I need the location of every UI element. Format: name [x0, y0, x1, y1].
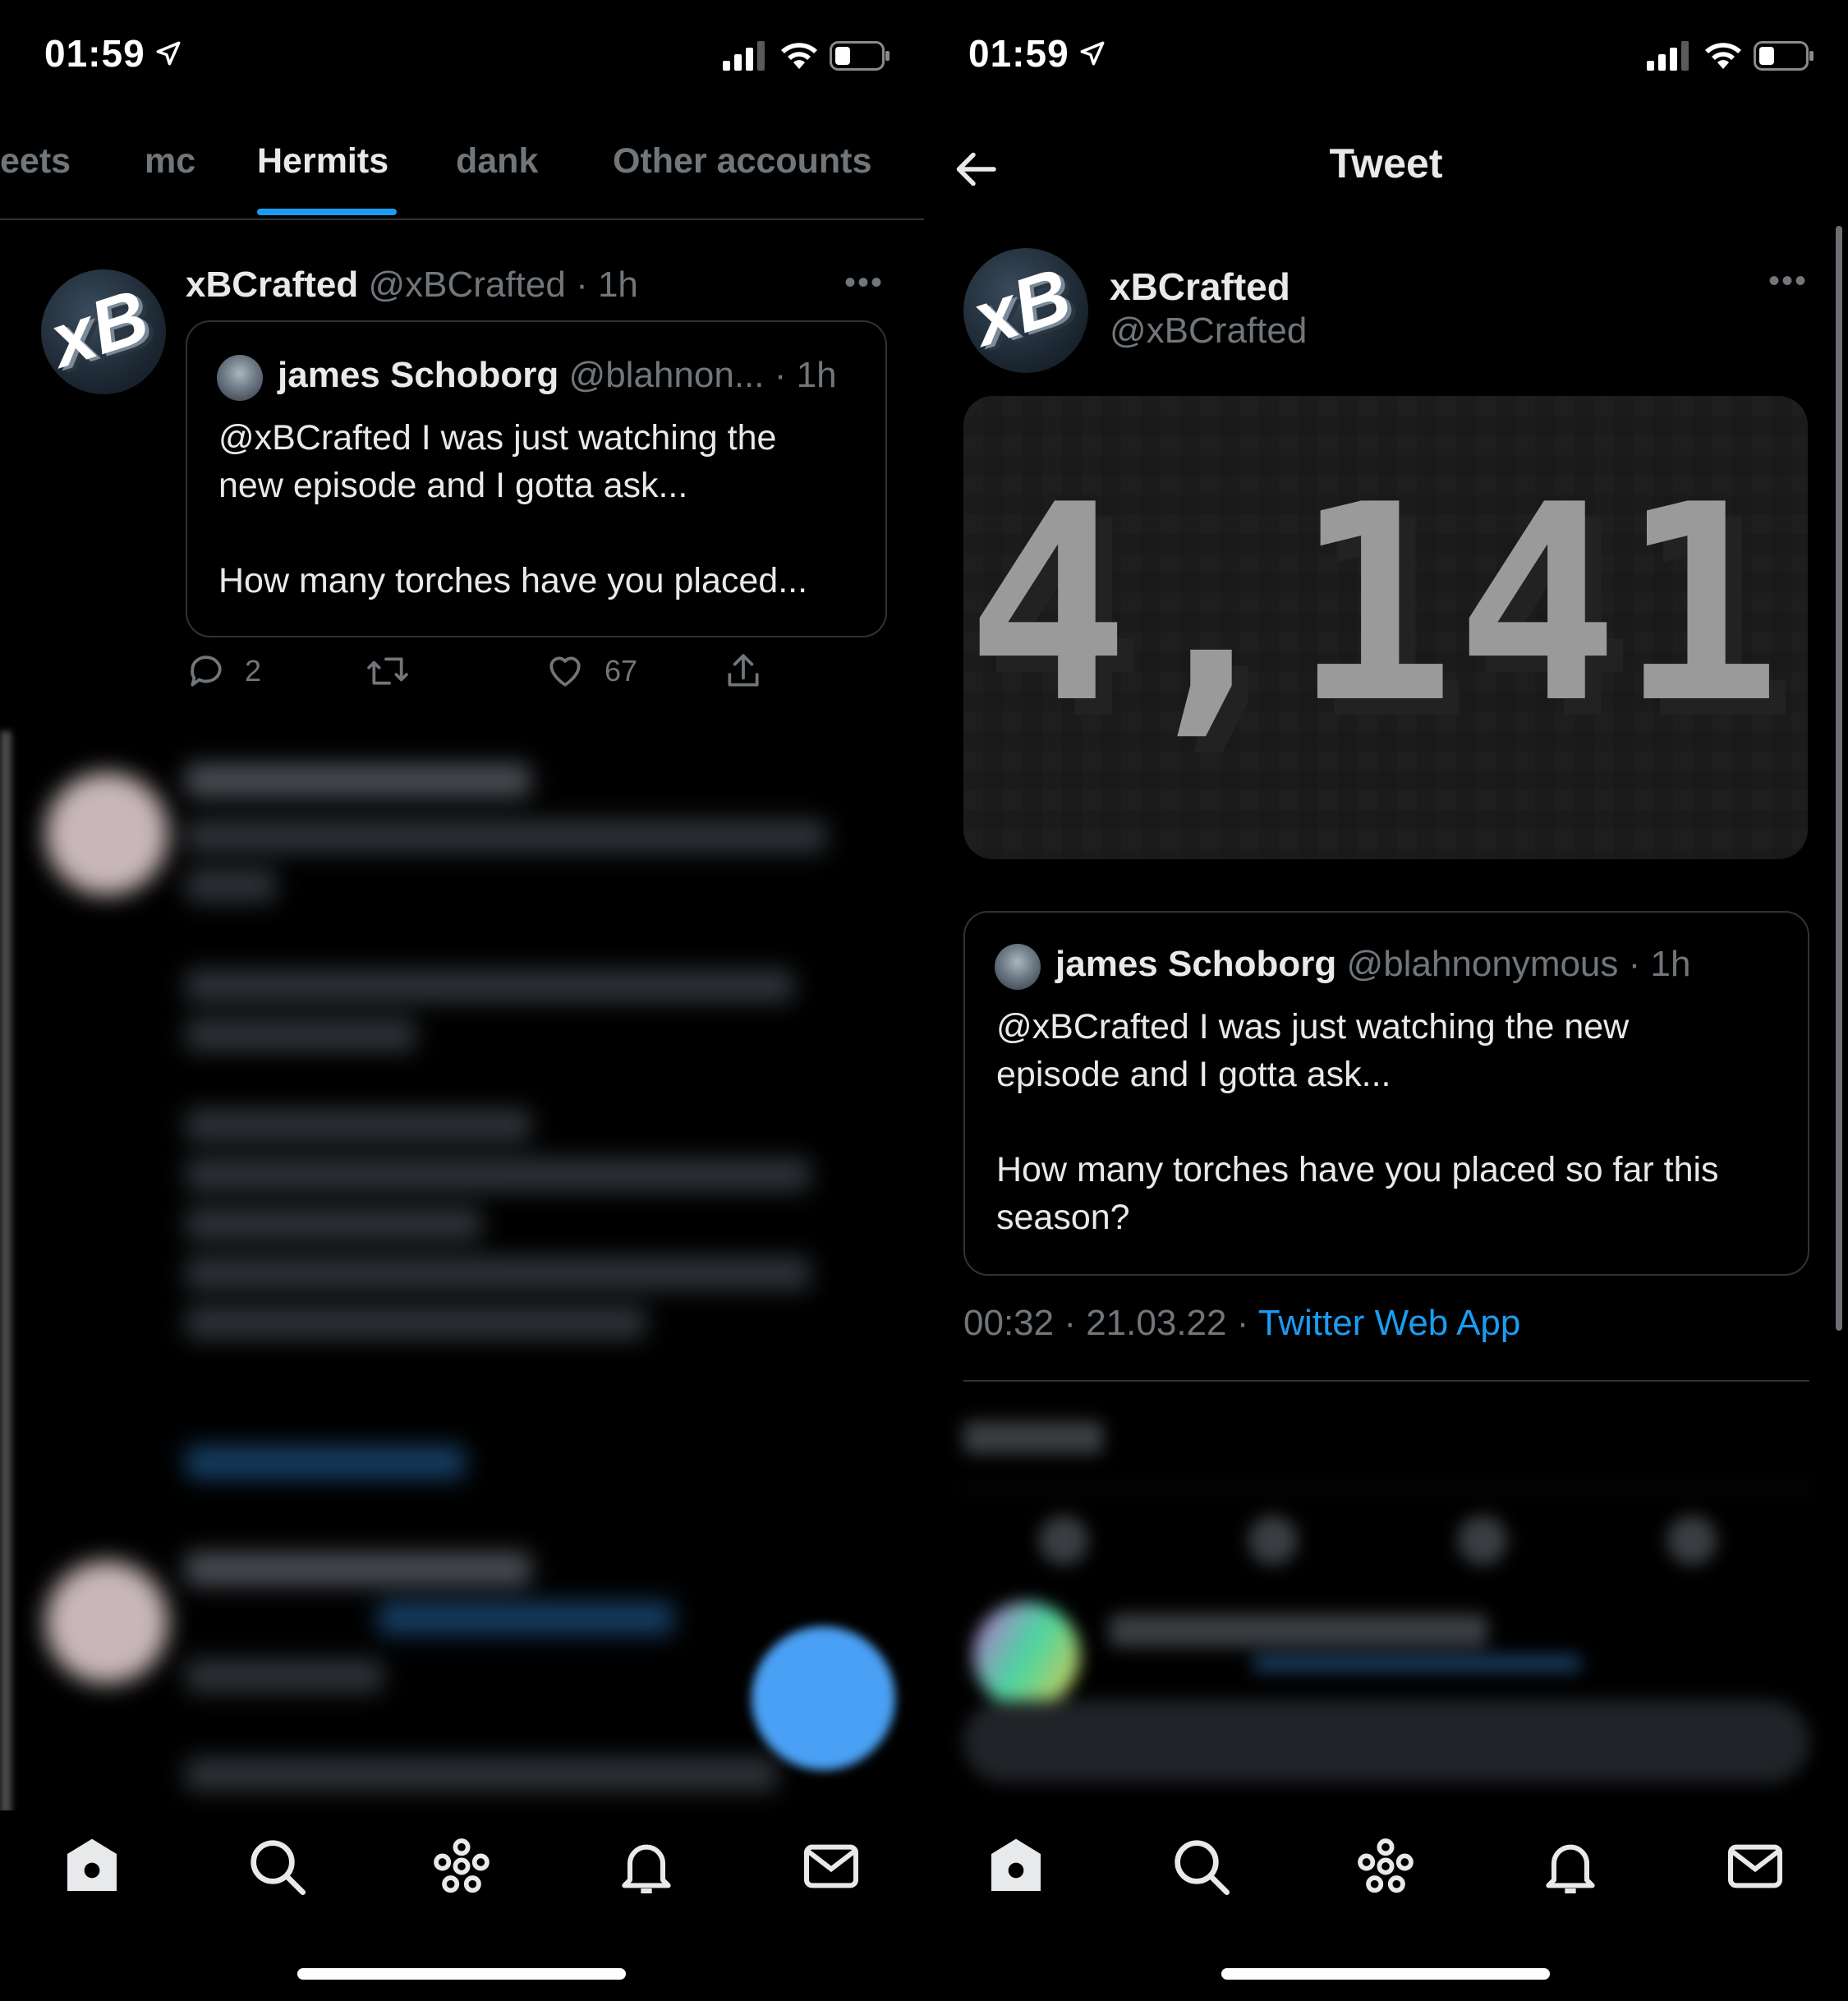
like-icon: [549, 656, 581, 687]
share-icon: [728, 654, 759, 687]
more-options-icon[interactable]: •••: [1768, 263, 1808, 300]
tab-dank[interactable]: dank: [456, 141, 538, 182]
retweet-button[interactable]: [365, 651, 411, 692]
reply-button[interactable]: 2: [186, 651, 261, 692]
tweet-meta: 00:32 · 21.03.22 · Twitter Web App: [963, 1303, 1520, 1344]
author-name[interactable]: xBCrafted: [1110, 264, 1290, 309]
location-arrow-icon: [1080, 41, 1105, 66]
blurred-edge: [0, 731, 11, 1815]
status-bar: 01:59: [0, 0, 924, 115]
quoted-avatar: [995, 944, 1041, 990]
quoted-author-handle: @blahnon...: [568, 355, 765, 395]
author-handle: @xBCrafted: [1110, 310, 1308, 351]
reply-icon: [191, 656, 222, 687]
share-button[interactable]: [723, 651, 764, 692]
quoted-tweet-text-line4: season?: [996, 1198, 1130, 1237]
tab-mc[interactable]: mc: [145, 141, 195, 182]
quoted-avatar: [217, 355, 263, 401]
tweet-source-link[interactable]: Twitter Web App: [1258, 1303, 1521, 1343]
search-icon[interactable]: [244, 1833, 310, 1899]
quoted-author-handle: @blahnonymous: [1346, 944, 1619, 984]
tweet-timestamp: 00:32 · 21.03.22 ·: [963, 1303, 1258, 1343]
cellular-signal-icon: [723, 41, 765, 71]
quoted-tweet[interactable]: james Schoborg @blahnon... · 1h @xBCraft…: [186, 320, 887, 637]
avatar[interactable]: xB: [963, 248, 1088, 373]
wifi-icon: [781, 43, 817, 69]
like-count: 67: [605, 654, 638, 688]
quoted-tweet-time: · 1h: [1628, 944, 1691, 984]
quoted-tweet[interactable]: james Schoborg @blahnonymous · 1h @xBCra…: [963, 911, 1809, 1276]
wifi-icon: [1705, 43, 1741, 69]
tab-hermits[interactable]: Hermits: [257, 141, 388, 182]
tweet-actions: 2 67: [186, 651, 793, 708]
quoted-tweet-text-2: How many torches have you placed...: [218, 561, 808, 600]
home-indicator: [1221, 1968, 1550, 1980]
quoted-tweet-time: · 1h: [774, 355, 837, 395]
status-time: 01:59: [44, 32, 145, 75]
quoted-tweet-text-line2: episode and I gotta ask...: [996, 1055, 1391, 1094]
page-title: Tweet: [1329, 140, 1443, 186]
tweet-header: xBCrafted @xBCrafted · 1h: [186, 264, 638, 306]
scrollbar[interactable]: [1836, 226, 1842, 1331]
quoted-tweet-text-line3: How many torches have you placed so far …: [996, 1150, 1719, 1189]
messages-icon[interactable]: [798, 1833, 864, 1899]
quoted-tweet-header: james Schoborg @blahnon... · 1h: [278, 355, 837, 396]
quoted-author-name: james Schoborg: [1055, 944, 1337, 984]
avatar[interactable]: xB: [41, 269, 166, 394]
author-name[interactable]: xBCrafted: [186, 264, 358, 305]
home-icon[interactable]: [59, 1833, 125, 1899]
tab-other-accounts[interactable]: Other accounts: [613, 141, 871, 182]
cellular-signal-icon: [1647, 41, 1689, 71]
timeline-tabs: eets mc Hermits dank Other accounts: [0, 115, 924, 220]
battery-icon: [830, 41, 890, 71]
status-time: 01:59: [968, 32, 1069, 75]
status-bar: 01:59: [924, 0, 1848, 115]
tab-tweets[interactable]: eets: [0, 141, 71, 182]
blurred-tweet-details: [924, 1380, 1848, 1807]
quoted-author-name: james Schoborg: [278, 355, 559, 395]
spaces-icon[interactable]: [429, 1833, 494, 1899]
tweet-time: · 1h: [576, 264, 638, 305]
notifications-icon[interactable]: [1538, 1833, 1603, 1899]
battery-icon: [1754, 41, 1814, 71]
tweet-image[interactable]: 4,141 4,141: [963, 396, 1808, 859]
active-tab-indicator: [257, 209, 397, 215]
author-handle: @xBCrafted: [368, 264, 566, 305]
media-counter-text: 4,141: [966, 447, 1781, 762]
like-button[interactable]: 67: [544, 651, 637, 692]
pixel-counter-image: 4,141 4,141: [963, 396, 1808, 859]
search-icon[interactable]: [1168, 1833, 1234, 1899]
quoted-tweet-text: @xBCrafted I was just watching the new e…: [218, 418, 777, 505]
quoted-tweet-text-line1: @xBCrafted I was just watching the new: [996, 1007, 1630, 1046]
reply-count: 2: [245, 654, 262, 688]
home-indicator: [297, 1968, 626, 1980]
messages-icon[interactable]: [1722, 1833, 1788, 1899]
more-options-icon[interactable]: •••: [844, 264, 884, 301]
notifications-icon[interactable]: [614, 1833, 679, 1899]
retweet-icon: [367, 657, 408, 685]
location-arrow-icon: [156, 41, 181, 66]
compose-button[interactable]: [752, 1626, 895, 1770]
tweet-detail-screen: 01:59 Tweet xB xBCrafted @xBCrafted ••• …: [924, 0, 1848, 2001]
tweet-detail-header: Tweet: [924, 115, 1848, 214]
quoted-tweet-header: james Schoborg @blahnonymous · 1h: [1055, 944, 1690, 985]
home-icon[interactable]: [983, 1833, 1049, 1899]
spaces-icon[interactable]: [1353, 1833, 1418, 1899]
timeline-screen: 01:59 eets mc Hermits dank Other account…: [0, 0, 924, 2001]
